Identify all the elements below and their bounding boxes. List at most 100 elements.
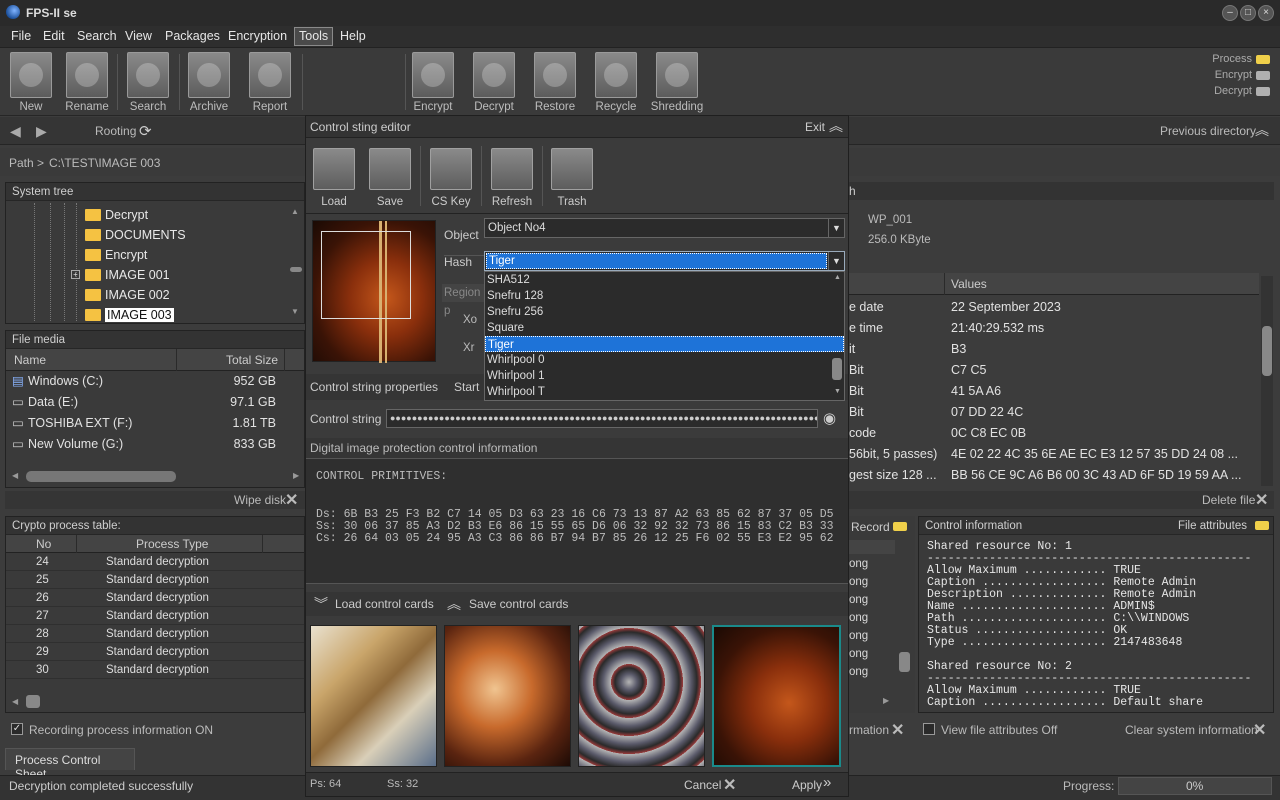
back-arrow-icon[interactable]: ◀ — [10, 123, 21, 140]
clear-x-icon[interactable]: ✕ — [891, 720, 904, 740]
drive-row[interactable]: ▤ Windows (C:) 952 GB — [6, 371, 304, 392]
tree-scrollbar-thumb[interactable] — [290, 267, 302, 272]
hash-select[interactable]: Tiger ▼ — [484, 251, 845, 271]
value-row[interactable]: gest size 128 ... BB 56 CE 9C A6 B6 00 3C… — [849, 465, 1259, 486]
delete-x-icon[interactable]: ✕ — [1255, 490, 1268, 510]
hash-option[interactable]: Whirlpool 0 — [485, 352, 844, 368]
value-row[interactable]: e date 22 September 2023 — [849, 297, 1259, 318]
tree-item-decrypt[interactable]: Decrypt — [85, 205, 148, 225]
drive-row[interactable]: ▭ Data (E:) 97.1 GB — [6, 392, 304, 413]
crypto-vscroll-thumb[interactable] — [899, 652, 910, 672]
hash-option[interactable]: SHA512 — [485, 272, 844, 288]
value-row[interactable]: Bit 41 5A A6 — [849, 381, 1259, 402]
control-card-thumbnail[interactable] — [310, 625, 437, 767]
cs-key-button[interactable]: CS Key — [425, 146, 477, 208]
scroll-up-icon[interactable]: ▲ — [834, 274, 841, 281]
drive-row[interactable]: ▭ New Volume (G:) 833 GB — [6, 434, 304, 455]
minimize-button[interactable]: – — [1222, 5, 1238, 21]
scroll-down-icon[interactable]: ▼ — [834, 388, 841, 395]
expand-icon[interactable]: + — [71, 270, 80, 279]
scroll-left-icon[interactable]: ◀ — [12, 471, 18, 480]
new-button[interactable]: New — [1, 50, 61, 113]
exit-chevron-icon[interactable]: ︽ — [829, 116, 843, 136]
encrypt-button[interactable]: Encrypt — [403, 50, 463, 113]
crypto-hscroll-thumb[interactable] — [26, 695, 40, 708]
tree-item-encrypt[interactable]: Encrypt — [85, 245, 147, 265]
dropdown-scroll-thumb[interactable] — [832, 358, 842, 380]
control-card-thumbnail[interactable] — [578, 625, 705, 767]
table-row[interactable]: 28 Standard decryption — [6, 625, 304, 643]
object-select[interactable]: Object No4 ▼ — [484, 218, 845, 238]
close-button[interactable]: × — [1258, 5, 1274, 21]
value-row[interactable]: e time 21:40:29.532 ms — [849, 318, 1259, 339]
menu-tools[interactable]: Tools — [294, 27, 334, 46]
menu-view[interactable]: View — [125, 29, 152, 43]
recycle-button[interactable]: Recycle — [586, 50, 646, 113]
scroll-right-icon[interactable]: ▶ — [293, 471, 299, 480]
hash-option-selected[interactable]: Tiger — [485, 336, 844, 352]
table-row[interactable]: 25 Standard decryption — [6, 571, 304, 589]
values-vscroll[interactable] — [1261, 276, 1273, 486]
load-cards-icon[interactable]: ︾ — [314, 594, 328, 614]
apply-button[interactable]: Apply — [792, 778, 822, 792]
trash-button[interactable]: Trash — [546, 146, 598, 208]
wipe-disk-label[interactable]: Wipe disk — [234, 493, 286, 507]
hash-option[interactable]: Whirlpool T — [485, 384, 844, 400]
archive-button[interactable]: Archive — [179, 50, 239, 113]
search-button[interactable]: Search — [118, 50, 178, 113]
file-media-hscroll-thumb[interactable] — [26, 471, 176, 482]
scroll-right-icon[interactable]: ▶ — [883, 696, 889, 705]
forward-arrow-icon[interactable]: ▶ — [36, 123, 47, 140]
scroll-up-icon[interactable]: ▲ — [291, 207, 299, 216]
restore-button[interactable]: Restore — [525, 50, 585, 113]
menu-encryption[interactable]: Encryption — [228, 29, 287, 43]
menu-help[interactable]: Help — [340, 29, 366, 43]
col-no[interactable]: No — [36, 535, 51, 553]
drive-row[interactable]: ▭ TOSHIBA EXT (F:) 1.81 TB — [6, 413, 304, 434]
value-row[interactable]: code 0C C8 EC 0B — [849, 423, 1259, 444]
menu-packages[interactable]: Packages — [165, 29, 220, 43]
refresh-button[interactable]: Refresh — [486, 146, 538, 208]
maximize-button[interactable]: □ — [1240, 5, 1256, 21]
hash-option[interactable]: Snefru 128 — [485, 288, 844, 304]
table-row[interactable]: 26 Standard decryption — [6, 589, 304, 607]
value-row[interactable]: 56bit, 5 passes) 4E 02 22 4C 35 6E AE EC … — [849, 444, 1259, 465]
value-row[interactable]: Bit C7 C5 — [849, 360, 1259, 381]
tree-item-image-003[interactable]: IMAGE 003 — [85, 305, 174, 325]
hash-option[interactable]: Whirlpool 1 — [485, 368, 844, 384]
decrypt-button[interactable]: Decrypt — [464, 50, 524, 113]
tree-item-image-002[interactable]: IMAGE 002 — [85, 285, 170, 305]
values-scroll-thumb[interactable] — [1262, 326, 1272, 376]
load-cards-label[interactable]: Load control cards — [335, 597, 434, 611]
control-string-input[interactable]: ●●●●●●●●●●●●●●●●●●●●●●●●●●●●●●●●●●●●●●●●… — [386, 409, 818, 428]
control-card-thumbnail-selected[interactable] — [712, 625, 841, 767]
clear-info-x-icon[interactable]: ✕ — [1253, 720, 1266, 740]
table-row[interactable]: 30 Standard decryption — [6, 661, 304, 679]
dialog-exit[interactable]: Exit — [805, 120, 825, 134]
col-total-size[interactable]: Total Size — [226, 349, 278, 371]
scroll-down-icon[interactable]: ▼ — [291, 307, 299, 316]
eye-icon[interactable]: ◉ — [823, 409, 836, 427]
col-name[interactable]: Name — [14, 349, 46, 371]
save-cards-label[interactable]: Save control cards — [469, 597, 568, 611]
hash-option[interactable]: Snefru 256 — [485, 304, 844, 320]
rename-button[interactable]: Rename — [57, 50, 117, 113]
tree-item-documents[interactable]: DOCUMENTS — [85, 225, 186, 245]
save-cards-icon[interactable]: ︽ — [447, 594, 461, 614]
recording-checkbox[interactable]: ✓ — [11, 723, 23, 735]
shredding-button[interactable]: Shredding — [647, 50, 707, 113]
value-row[interactable]: it B3 — [849, 339, 1259, 360]
cancel-x-icon[interactable]: ✕ — [723, 775, 736, 795]
menu-edit[interactable]: Edit — [43, 29, 65, 43]
up-chevron-icon[interactable]: ︽ — [1255, 120, 1269, 140]
control-card-thumbnail[interactable] — [444, 625, 571, 767]
value-row[interactable]: Bit 07 DD 22 4C — [849, 402, 1259, 423]
table-row[interactable]: 27 Standard decryption — [6, 607, 304, 625]
menu-search[interactable]: Search — [77, 29, 117, 43]
hash-option[interactable]: Square — [485, 320, 844, 336]
tab-process-control-sheet[interactable]: Process Control Sheet — [5, 748, 135, 781]
col-process-type[interactable]: Process Type — [136, 535, 208, 553]
report-button[interactable]: Report — [240, 50, 300, 113]
region-selection-box[interactable] — [321, 231, 411, 319]
previous-directory-label[interactable]: Previous directory — [1160, 124, 1256, 138]
